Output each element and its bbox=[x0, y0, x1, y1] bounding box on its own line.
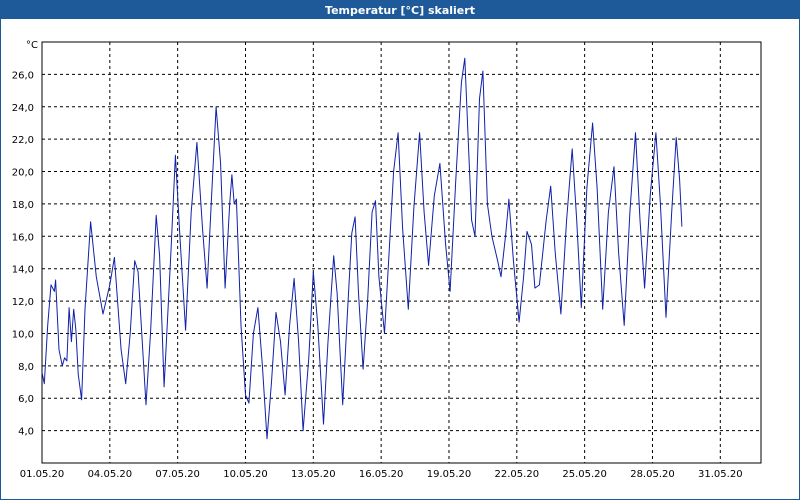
x-tick-label: 04.05.20 bbox=[88, 469, 133, 480]
y-tick-label: 8,0 bbox=[18, 362, 34, 373]
x-tick-label: 16.05.20 bbox=[359, 469, 404, 480]
x-tick-label: 25.05.20 bbox=[562, 469, 607, 480]
y-tick-label: 26,0 bbox=[12, 70, 34, 81]
y-axis-ticks: 4,0 6,0 8,0 10,0 12,0 14,0 16,0 18,0 20,0 22,0 24,… bbox=[12, 70, 34, 437]
x-tick-label: 22.05.20 bbox=[495, 469, 540, 480]
y-tick-label: 24,0 bbox=[12, 103, 34, 114]
x-tick-label: 01.05.20 bbox=[20, 469, 65, 480]
y-tick-label: 6,0 bbox=[18, 394, 34, 405]
y-tick-label: 20,0 bbox=[12, 168, 34, 179]
x-tick-label: 28.05.20 bbox=[630, 469, 675, 480]
y-tick-label: 18,0 bbox=[12, 200, 34, 211]
y-tick-label: 14,0 bbox=[12, 265, 34, 276]
x-tick-label: 13.05.20 bbox=[291, 469, 336, 480]
plot-area-frame bbox=[41, 41, 762, 464]
x-tick-label: 10.05.20 bbox=[223, 469, 268, 480]
y-tick-label: 22,0 bbox=[12, 135, 34, 146]
x-tick-label: 07.05.20 bbox=[155, 469, 200, 480]
x-tick-label: 19.05.20 bbox=[427, 469, 472, 480]
y-axis-unit-label: °C bbox=[26, 40, 38, 51]
y-tick-label: 16,0 bbox=[12, 232, 34, 243]
temperature-chart: 4,0 6,0 8,0 10,0 12,0 14,0 16,0 18,0 20,0 22,0 24,… bbox=[12, 40, 762, 480]
y-tick-label: 12,0 bbox=[12, 297, 34, 308]
x-tick-label: 31.05.20 bbox=[698, 469, 743, 480]
y-tick-label: 10,0 bbox=[12, 329, 34, 340]
x-axis-ticks: 01.05.20 04.05.20 07.05.20 10.05.20 13.05.20… bbox=[20, 469, 743, 480]
y-tick-label: 4,0 bbox=[18, 427, 34, 438]
